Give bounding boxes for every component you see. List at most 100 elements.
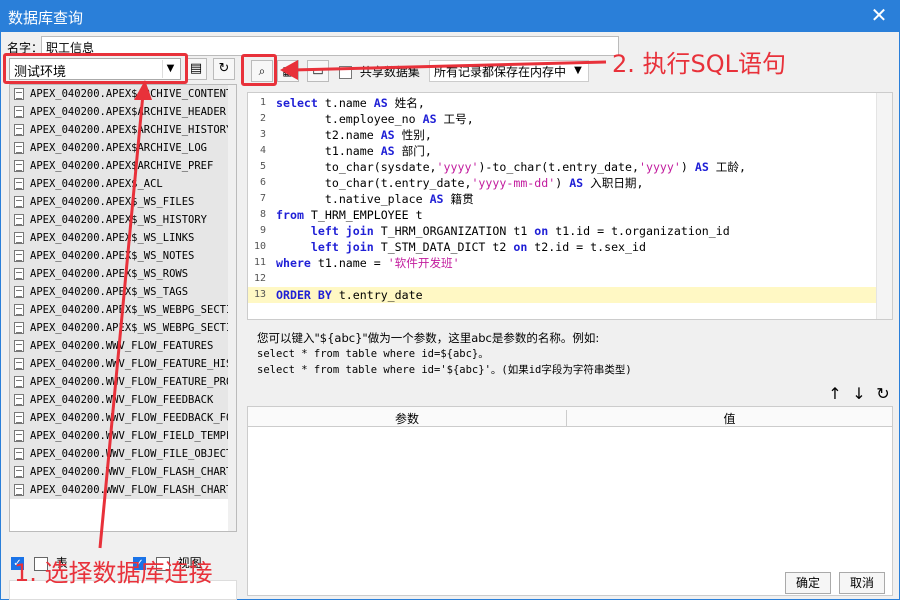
table-list-item[interactable]: APEX_040200.APEX$ARCHIVE_PREF (10, 157, 236, 175)
table-name: APEX_040200.APEX$_WS_NOTES (30, 250, 195, 262)
line-number: 6 (259, 177, 266, 188)
table-name: APEX_040200.APEX$_WS_FILES (30, 196, 195, 208)
table-name: APEX_040200.APEX$_ACL (30, 178, 163, 190)
table-list-item[interactable]: APEX_040200.APEX$_WS_ROWS (10, 265, 236, 283)
table-icon (14, 286, 24, 298)
table-icon (14, 484, 24, 496)
table-name: APEX_040200.WWV_FLOW_FLASH_CHART5 (30, 466, 236, 478)
code-line[interactable]: 3 t2.name AS 性别, (248, 127, 876, 143)
table-filter-icon[interactable]: ▤ (185, 58, 207, 80)
ok-button[interactable]: 确定 (785, 572, 831, 594)
table-list-item[interactable]: APEX_040200.WWV_FLOW_FLASH_CHART5 (10, 463, 236, 481)
refresh-icon[interactable]: ↻ (873, 384, 893, 404)
table-list-item[interactable]: APEX_040200.APEX$_WS_NOTES (10, 247, 236, 265)
table-icon (14, 430, 24, 442)
code-line[interactable]: 2 t.employee_no AS 工号, (248, 111, 876, 127)
table-name: APEX_040200.APEX$ARCHIVE_HISTORY (30, 124, 233, 136)
table-list-item[interactable]: APEX_040200.APEX$_WS_WEBPG_SECTIO (10, 319, 236, 337)
table-list-item[interactable]: APEX_040200.APEX$ARCHIVE_HISTORY (10, 121, 236, 139)
parameter-help: 您可以键入"${abc}"做为一个参数，这里abc是参数的名称。例如: sele… (257, 330, 632, 378)
line-number: 13 (253, 289, 266, 300)
code-text: t2.name AS 性别, (276, 128, 432, 142)
code-line[interactable]: 11 where t1.name = '软件开发班' (248, 255, 876, 271)
parameter-column-header: 参数 (394, 412, 419, 426)
code-text: select t.name AS 姓名, (276, 96, 425, 110)
line-number: 12 (253, 273, 266, 284)
table-icon (14, 232, 24, 244)
table-name: APEX_040200.APEX$_WS_WEBPG_SECTIO (30, 304, 236, 316)
share-dataset-checkbox[interactable]: 共享数据集 (339, 63, 420, 80)
table-name: APEX_040200.WWV_FLOW_FEEDBACK (30, 394, 214, 406)
table-icon (14, 394, 24, 406)
code-line[interactable]: 6 to_char(t.entry_date,'yyyy-mm-dd') AS … (248, 175, 876, 191)
line-number: 11 (253, 257, 266, 268)
code-line[interactable]: 8 from T_HRM_EMPLOYEE t (248, 207, 876, 223)
table-list-item[interactable]: APEX_040200.WWV_FLOW_FIELD_TEMPLA (10, 427, 236, 445)
line-number: 7 (259, 193, 266, 204)
table-name: APEX_040200.APEX$_WS_WEBPG_SECTIO (30, 322, 236, 334)
table-icon (14, 412, 24, 424)
table-list-scrollbar[interactable] (228, 85, 236, 531)
refresh-icon[interactable]: ↻ (213, 58, 235, 80)
table-list-item[interactable]: APEX_040200.WWV_FLOW_FEATURES (10, 337, 236, 355)
arrow-down-icon[interactable]: ↓ (849, 384, 869, 404)
parameter-table[interactable]: 参数 值 (247, 406, 893, 596)
table-list-item[interactable]: APEX_040200.APEX$_WS_HISTORY (10, 211, 236, 229)
memory-mode-value: 所有记录都保存在内存中 (434, 65, 567, 79)
line-number: 9 (259, 225, 266, 236)
table-name: APEX_040200.APEX$ARCHIVE_HEADER (30, 106, 226, 118)
code-text: t.employee_no AS 工号, (276, 112, 474, 126)
close-icon[interactable]: ✕ (868, 4, 890, 26)
value-column-header: 值 (566, 410, 892, 427)
table-list-item[interactable]: APEX_040200.APEX$_WS_TAGS (10, 283, 236, 301)
table-icon (14, 88, 24, 100)
table-list-item[interactable]: APEX_040200.WWV_FLOW_FEATURE_PROG (10, 373, 236, 391)
table-list-item[interactable]: APEX_040200.WWV_FLOW_FEEDBACK_FOL (10, 409, 236, 427)
code-line[interactable]: 4 t1.name AS 部门, (248, 143, 876, 159)
table-icon (14, 376, 24, 388)
table-list-item[interactable]: APEX_040200.WWV_FLOW_FEEDBACK (10, 391, 236, 409)
table-name: APEX_040200.APEX$_WS_ROWS (30, 268, 189, 280)
chevron-down-icon[interactable]: ▼ (570, 62, 586, 80)
cancel-button[interactable]: 取消 (839, 572, 885, 594)
arrow-up-icon[interactable]: ↑ (825, 384, 845, 404)
code-text: t.native_place AS 籍贯 (276, 192, 474, 206)
table-list[interactable]: APEX_040200.APEX$ARCHIVE_CONTENTS APEX_04… (9, 84, 237, 532)
table-icon (14, 142, 24, 154)
checkbox-unchecked-icon[interactable] (339, 66, 352, 79)
document-icon[interactable]: ▭ (307, 60, 329, 82)
code-line[interactable]: 5 to_char(sysdate,'yyyy')-to_char(t.entr… (248, 159, 876, 175)
table-icon (14, 322, 24, 334)
table-list-item[interactable]: APEX_040200.APEX$_ACL (10, 175, 236, 193)
code-line[interactable]: 9 left join T_HRM_ORGANIZATION t1 on t1.… (248, 223, 876, 239)
table-list-item[interactable]: APEX_040200.APEX$_WS_FILES (10, 193, 236, 211)
title-bar: 数据库查询 ✕ (0, 0, 900, 32)
code-line[interactable]: 10 left join T_STM_DATA_DICT t2 on t2.id… (248, 239, 876, 255)
code-line[interactable]: 7 t.native_place AS 籍贯 (248, 191, 876, 207)
table-list-item[interactable]: APEX_040200.WWV_FLOW_FLASH_CHARTS (10, 481, 236, 499)
code-text: ORDER BY t.entry_date (276, 288, 423, 302)
table-icon (14, 358, 24, 370)
code-line[interactable]: 12 (248, 271, 876, 287)
table-list-item[interactable]: APEX_040200.APEX$_WS_WEBPG_SECTIO (10, 301, 236, 319)
table-list-item[interactable]: APEX_040200.WWV_FLOW_FILE_OBJECTS (10, 445, 236, 463)
sql-editor[interactable]: 1 select t.name AS 姓名, 2 t.employee_no AS … (247, 92, 893, 320)
table-name: APEX_040200.APEX$ARCHIVE_PREF (30, 160, 214, 172)
code-line[interactable]: 13 ORDER BY t.entry_date (248, 287, 876, 303)
code-line[interactable]: 1 select t.name AS 姓名, (248, 95, 876, 111)
memory-mode-select[interactable]: 所有记录都保存在内存中 ▼ (429, 60, 589, 82)
table-list-item[interactable]: APEX_040200.APEX$_WS_LINKS (10, 229, 236, 247)
table-list-item[interactable]: APEX_040200.APEX$ARCHIVE_HEADER (10, 103, 236, 121)
table-list-item[interactable]: APEX_040200.APEX$ARCHIVE_CONTENTS (10, 85, 236, 103)
line-number: 10 (253, 241, 266, 252)
dialog-body: 名字： 职工信息 测试环境 ▼ ▤ ↻ APEX_040200.APEX$ARC… (0, 32, 900, 600)
calculator-icon[interactable]: ▦ (277, 60, 299, 82)
table-name: APEX_040200.APEX$ARCHIVE_LOG (30, 142, 208, 154)
sql-editor-scrollbar[interactable] (876, 93, 892, 319)
table-list-item[interactable]: APEX_040200.WWV_FLOW_FEATURE_HIST (10, 355, 236, 373)
line-number: 8 (259, 209, 266, 220)
table-name: APEX_040200.WWV_FLOW_FLASH_CHARTS (30, 484, 236, 496)
code-text: to_char(sysdate,'yyyy')-to_char(t.entry_… (276, 160, 746, 174)
db-select-highlight (3, 53, 188, 84)
table-list-item[interactable]: APEX_040200.APEX$ARCHIVE_LOG (10, 139, 236, 157)
